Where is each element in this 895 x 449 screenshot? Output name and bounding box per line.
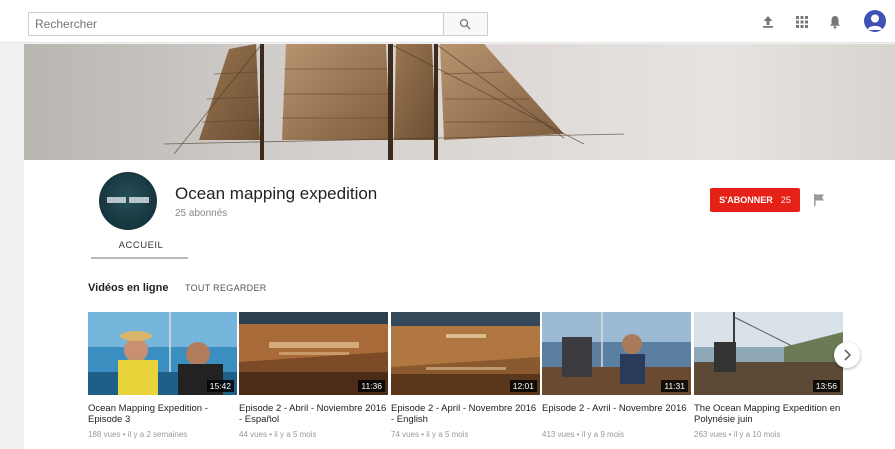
video-thumbnail[interactable]: 11:36	[239, 312, 388, 395]
sailboat-banner-image	[163, 44, 625, 160]
video-duration: 11:31	[661, 380, 688, 392]
search-button[interactable]	[444, 12, 488, 36]
search-input[interactable]	[28, 12, 444, 36]
video-meta: 188 vues • il y a 2 semaines	[88, 430, 188, 439]
video-thumbnail[interactable]: 12:01	[391, 312, 540, 395]
play-all-link[interactable]: TOUT REGARDER	[185, 283, 267, 293]
video-card[interactable]: 11:31 Episode 2 - Avril - Novembre 2016 …	[542, 312, 691, 439]
video-title[interactable]: Episode 2 - Avril - Novembre 2016	[542, 403, 691, 425]
channel-header: Ocean mapping expedition 25 abonnés S'AB…	[24, 160, 895, 260]
channel-logo-icon	[107, 197, 149, 203]
video-title[interactable]: The Ocean Mapping Expedition en Polynési…	[694, 403, 843, 425]
video-duration: 13:56	[812, 380, 840, 392]
section-title[interactable]: Vidéos en ligne	[88, 282, 169, 294]
video-duration: 12:01	[509, 380, 537, 392]
upload-icon[interactable]	[760, 14, 776, 30]
video-thumbnail[interactable]: 11:31	[542, 312, 691, 395]
video-title[interactable]: Episode 2 - April - Novembre 2016 - Engl…	[391, 403, 540, 425]
video-meta: 413 vues • il y a 9 mois	[542, 430, 624, 439]
videos-section: Vidéos en ligne TOUT REGARDER 15:42 Ocea…	[24, 260, 895, 449]
video-thumbnail[interactable]: 15:42	[88, 312, 237, 395]
subscriber-count: 25 abonnés	[175, 208, 228, 219]
subscribe-label: S'ABONNER	[719, 195, 773, 205]
video-title[interactable]: Episode 2 - Abril - Noviembre 2016 - Esp…	[239, 403, 388, 425]
video-duration: 15:42	[206, 380, 234, 392]
apps-grid-icon[interactable]	[794, 14, 810, 30]
video-card[interactable]: 12:01 Episode 2 - April - Novembre 2016 …	[391, 312, 540, 439]
notifications-bell-icon[interactable]	[827, 14, 843, 30]
search-icon	[459, 18, 471, 30]
video-meta: 44 vues • il y a 5 mois	[239, 430, 317, 439]
flag-icon[interactable]	[813, 193, 825, 207]
video-title[interactable]: Ocean Mapping Expedition - Episode 3	[88, 403, 237, 425]
channel-avatar[interactable]	[99, 172, 157, 230]
tab-accueil[interactable]: ACCUEIL	[96, 234, 186, 258]
video-thumbnail[interactable]: 13:56	[694, 312, 843, 395]
video-card[interactable]: 11:36 Episode 2 - Abril - Noviembre 2016…	[239, 312, 388, 439]
subscribe-count: 25	[780, 195, 791, 205]
account-avatar-icon[interactable]	[864, 10, 886, 32]
channel-banner	[24, 44, 895, 160]
chevron-right-icon	[844, 349, 852, 361]
channel-name: Ocean mapping expedition	[175, 184, 378, 203]
video-duration: 11:36	[358, 380, 385, 392]
video-card[interactable]: 13:56 The Ocean Mapping Expedition en Po…	[694, 312, 843, 439]
video-meta: 74 vues • il y a 5 mois	[391, 430, 469, 439]
video-card[interactable]: 15:42 Ocean Mapping Expedition - Episode…	[88, 312, 237, 439]
top-bar	[0, 0, 895, 43]
tab-active-indicator	[91, 257, 188, 259]
video-meta: 263 vues • il y a 10 mois	[694, 430, 781, 439]
subscribe-button[interactable]: S'ABONNER 25	[710, 188, 800, 212]
carousel-next-button[interactable]	[834, 342, 860, 368]
